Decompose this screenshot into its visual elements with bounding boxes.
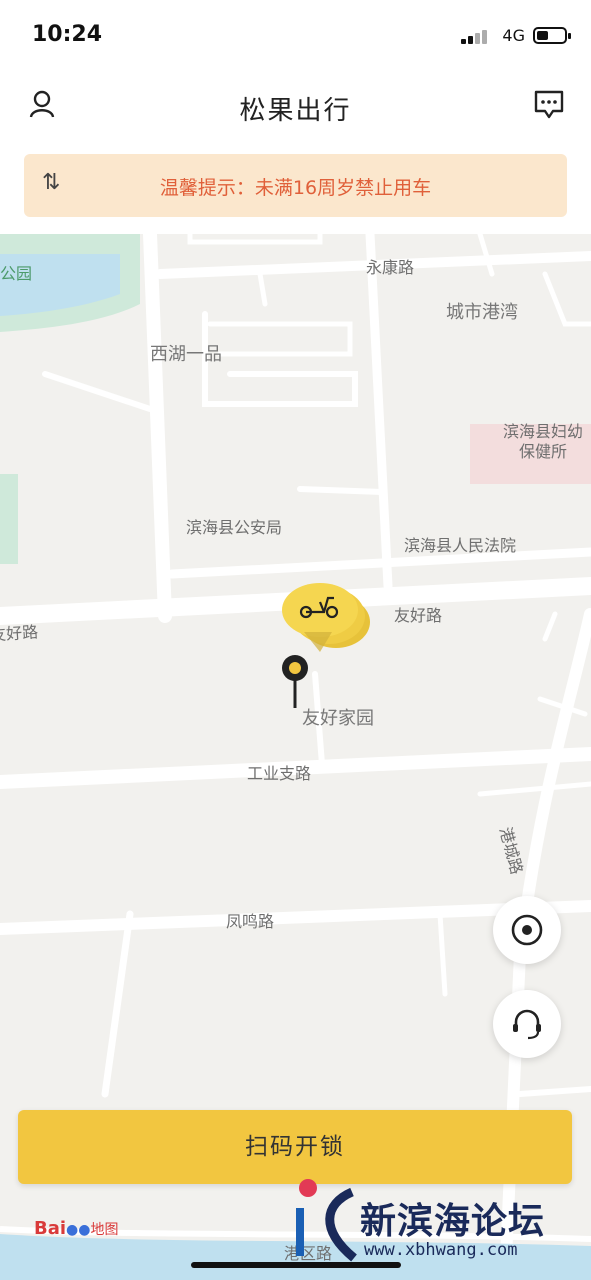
baidu-map-logo: Bai●●地图 <box>34 1218 119 1239</box>
locate-icon <box>511 914 543 946</box>
map-label-chengshi: 城市港湾 <box>446 302 518 323</box>
status-time: 10:24 <box>32 22 103 47</box>
home-indicator <box>191 1262 401 1268</box>
map-label-youhao-left: 友好路 <box>0 622 39 645</box>
forum-logo <box>290 1178 360 1262</box>
map-label-gongan: 滨海县公安局 <box>186 518 283 537</box>
forum-watermark-url: www.xbhwang.com <box>364 1240 518 1260</box>
network-type: 4G <box>502 26 525 45</box>
chat-icon[interactable] <box>529 84 569 124</box>
map-label-gongye: 工业支路 <box>247 764 312 783</box>
customer-service-button[interactable] <box>493 990 561 1058</box>
map-label-fayuan: 滨海县人民法院 <box>404 536 517 555</box>
notice-text: 温馨提示：未满16周岁禁止用车 <box>159 177 432 199</box>
signal-icon <box>461 28 491 44</box>
status-bar: 10:24 4G <box>0 0 591 70</box>
map-label-youhao-right: 友好路 <box>394 606 443 625</box>
map-label-park: 公园 <box>0 264 33 283</box>
headset-icon <box>513 1009 541 1040</box>
notice-banner[interactable]: ⇅ 温馨提示：未满16周岁禁止用车 <box>24 154 567 217</box>
page-title: 松果出行 <box>239 96 352 126</box>
map-label-yongkang: 永康路 <box>366 258 415 277</box>
app-header: 松果出行 ⇅ 温馨提示：未满16周岁禁止用车 <box>0 70 591 234</box>
locate-button[interactable] <box>493 896 561 964</box>
map-label-fuyou: 滨海县妇幼 保健所 <box>503 422 584 461</box>
forum-watermark-text: 新滨海论坛 <box>360 1201 546 1242</box>
map-label-jiayuan: 友好家园 <box>302 708 374 729</box>
battery-icon <box>533 27 571 44</box>
map-label-fengming: 凤鸣路 <box>226 912 275 931</box>
scan-unlock-button[interactable]: 扫码开锁 <box>18 1110 572 1184</box>
bike-cluster-marker[interactable] <box>274 582 374 654</box>
map-label-xihu: 西湖一品 <box>150 344 222 365</box>
location-pin-icon <box>280 654 310 714</box>
